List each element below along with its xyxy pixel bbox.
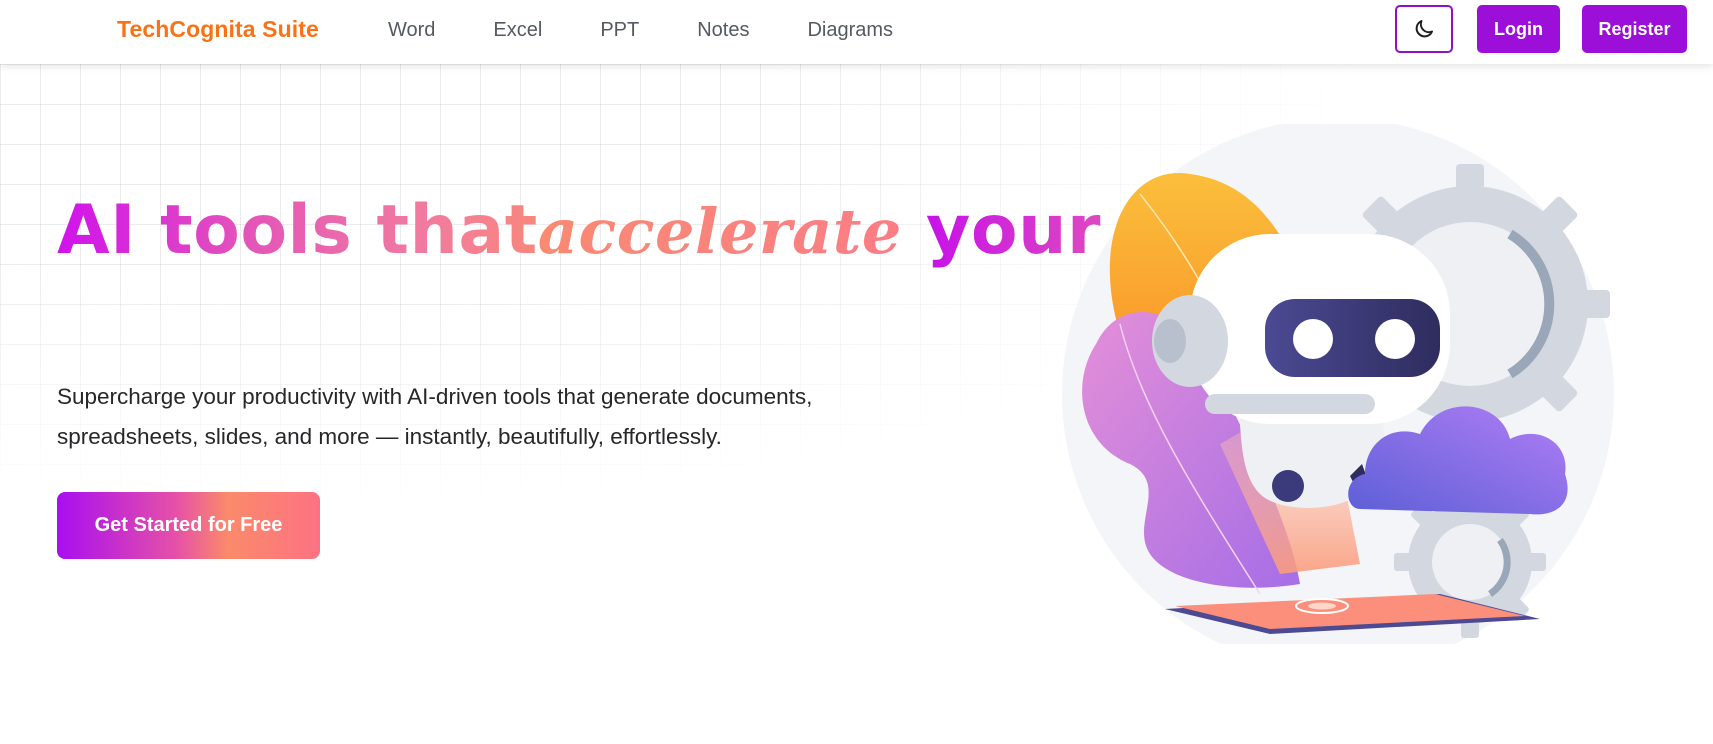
brand-logo[interactable]: TechCognita Suite: [117, 16, 319, 43]
nav-link-word[interactable]: Word: [388, 18, 435, 42]
hero-subtitle: Supercharge your productivity with AI-dr…: [57, 377, 897, 457]
moon-icon: [1415, 20, 1433, 38]
subtitle-line-2: spreadsheets, slides, and more — instant…: [57, 424, 722, 449]
headline-text: AI tools that: [57, 188, 538, 274]
nav-link-ppt[interactable]: PPT: [600, 18, 639, 42]
get-started-button[interactable]: Get Started for Free: [57, 492, 320, 559]
main-nav: Word Excel PPT Notes Diagrams: [388, 18, 951, 42]
nav-link-notes[interactable]: Notes: [697, 18, 749, 42]
robot-illustration: [1062, 124, 1614, 644]
nav-link-excel[interactable]: Excel: [493, 18, 542, 42]
login-button[interactable]: Login: [1477, 5, 1560, 53]
subtitle-line-1: Supercharge your productivity with AI-dr…: [57, 384, 813, 409]
nav-link-diagrams[interactable]: Diagrams: [807, 18, 893, 42]
register-button[interactable]: Register: [1582, 5, 1687, 53]
hero-section: AI tools that accelerate your workflow S…: [0, 64, 1713, 744]
top-navbar: TechCognita Suite Word Excel PPT Notes D…: [0, 0, 1713, 64]
headline-accent-word: accelerate: [538, 189, 902, 275]
theme-toggle-button[interactable]: [1395, 5, 1453, 53]
